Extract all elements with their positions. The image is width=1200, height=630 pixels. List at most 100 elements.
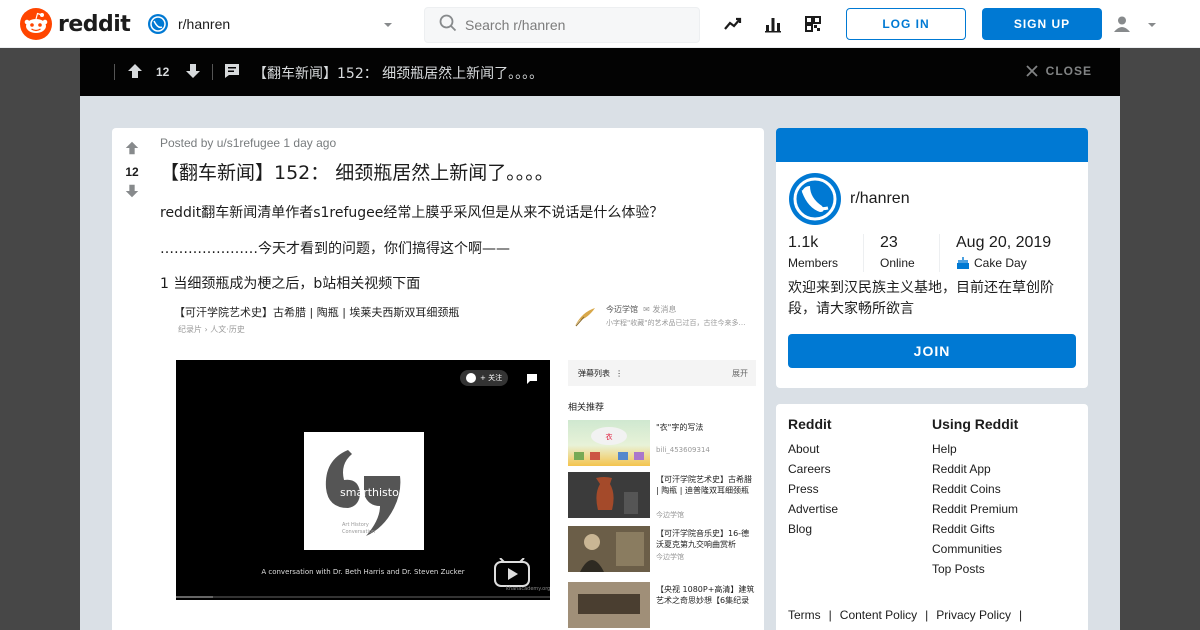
cake-day-label: Cake Day [974, 256, 1027, 270]
danmu-label: 弹幕列表 ⋮ [578, 369, 624, 378]
embed-video-title: 【可汗学院艺术史】古希腊 | 陶瓶 | 埃莱夫西斯双耳细颈瓶 [174, 306, 460, 319]
popular-trending-icon[interactable] [723, 14, 743, 34]
related-video-title: 【可汗学院音乐史】16-德沃夏克第九交响曲赏析 [656, 529, 750, 549]
footer-column-reddit: Reddit About Careers Press Advertise Blo… [788, 416, 838, 542]
upvote-arrow-icon[interactable] [126, 62, 144, 85]
footer-column-title: Reddit [788, 416, 832, 432]
chevron-down-icon [382, 18, 394, 36]
post-score: 12 [125, 165, 139, 179]
downvote-arrow-icon[interactable] [124, 183, 140, 204]
online-value: 23 [880, 234, 898, 251]
related-video-item[interactable]: 【可汗学院艺术史】古希腊 | 陶瓶 | 迪普隆双耳细颈瓶 今边学馆 [568, 472, 756, 519]
danmu-list-header[interactable]: 弹幕列表 ⋮ 展开 [568, 360, 756, 386]
related-video-author: bili_453609314 [656, 446, 710, 454]
close-label: CLOSE [1045, 64, 1092, 78]
footer-column-title: Using Reddit [932, 416, 1019, 432]
related-video-title: 【央视 1080P+高清】建筑艺术之奇思妙想【6集纪录 [656, 585, 755, 605]
about-community-card: r/hanren 1.1k Members 23 Online Aug 20, … [776, 128, 1088, 388]
video-progress-bar[interactable] [176, 596, 550, 598]
community-description: 欢迎来到汉民族主义基地，目前还在草创阶段，请大家畅所欲言 [788, 280, 1054, 317]
terms-link[interactable]: Terms [788, 608, 821, 622]
svg-text:衣: 衣 [606, 432, 613, 441]
footer-link[interactable]: Reddit Coins [932, 482, 1018, 502]
footer-link[interactable]: Communities [932, 542, 1018, 562]
community-avatar-icon[interactable] [788, 172, 842, 226]
user-menu-dropdown[interactable] [1112, 12, 1162, 36]
content-policy-link[interactable]: Content Policy [840, 608, 917, 622]
cake-icon [956, 257, 970, 269]
footer-link[interactable]: Press [788, 482, 838, 502]
watermark: khanacademy.org [506, 586, 551, 592]
related-video-item[interactable]: 衣 "衣"字的写法 bili_453609314 [568, 420, 756, 466]
search-input[interactable] [465, 17, 685, 33]
uploader-mini-icon [466, 373, 476, 383]
join-button[interactable]: JOIN [788, 334, 1076, 368]
video-thumbnail [568, 582, 650, 628]
chevron-down-icon [1146, 18, 1158, 36]
footer-link[interactable]: Top Posts [932, 562, 1018, 582]
related-video-author: 今边学馆 [656, 553, 684, 561]
related-video-item[interactable]: 【可汗学院音乐史】16-德沃夏克第九交响曲赏析 今边学馆 [568, 526, 756, 572]
post-paragraph: …………………今天才看到的问题，你们搞得这个啊—— [160, 241, 510, 257]
post-card: 12 Posted by u/s1refugee 1 day ago 【翻车新闻… [112, 128, 764, 630]
close-button[interactable]: CLOSE [1026, 64, 1092, 78]
members-label: Members [788, 256, 839, 270]
upvote-arrow-icon[interactable] [124, 140, 140, 161]
topbar-post-title: 【翻车新闻】152： 细颈瓶居然上新闻了。。。。 [253, 66, 544, 82]
reddit-logo[interactable]: reddit [20, 8, 131, 40]
vote-count: 12 [156, 65, 170, 79]
post-vote-column: 12 [120, 140, 144, 204]
related-video-item[interactable]: 【央视 1080P+高清】建筑艺术之奇思妙想【6集纪录 [568, 582, 756, 628]
follow-button[interactable]: + 关注 [460, 370, 509, 386]
search-icon [439, 14, 457, 37]
video-thumbnail: 衣 [568, 420, 650, 466]
footer-link[interactable]: About [788, 442, 838, 462]
community-dropdown[interactable]: r/hanren [140, 6, 408, 42]
comment-bubble-icon [223, 62, 241, 85]
footer-link[interactable]: Reddit App [932, 462, 1018, 482]
footer-link[interactable]: Help [932, 442, 1018, 462]
related-video-author: 今边学馆 [656, 511, 684, 519]
login-button[interactable]: LOG IN [846, 8, 966, 40]
cake-day-stat: Aug 20, 2019 Cake Day [956, 234, 1051, 270]
members-value: 1.1k [788, 234, 819, 251]
signup-button[interactable]: SIGN UP [982, 8, 1102, 40]
online-stat: 23 Online [880, 234, 915, 270]
embed-video-category: 纪录片 › 人文·历史 [178, 325, 245, 334]
footer-link[interactable]: Reddit Gifts [932, 522, 1018, 542]
footer-link[interactable]: Advertise [788, 502, 838, 522]
uploader-desc: 小字程"收藏"的艺术品已过百，古往今来多… [606, 319, 746, 327]
video-player[interactable]: + 关注 smarthistory Art History Conversati… [176, 360, 550, 600]
search-bar[interactable] [424, 7, 700, 43]
members-stat: 1.1k Members [788, 234, 838, 270]
modal-topbar: 12 【翻车新闻】152： 细颈瓶居然上新闻了。。。。 CLOSE [80, 48, 1120, 96]
post-image[interactable]: 【可汗学院艺术史】古希腊 | 陶瓶 | 埃莱夫西斯双耳细颈瓶 纪录片 › 人文·… [164, 300, 758, 628]
footer-link[interactable]: Careers [788, 462, 838, 482]
all-stats-icon[interactable] [763, 14, 783, 34]
danmu-toggle[interactable]: 展开 [732, 368, 748, 379]
divider [212, 64, 213, 80]
footer-legal-links: Terms | Content Policy | Privacy Policy | [788, 608, 1023, 622]
community-title[interactable]: r/hanren [850, 190, 910, 208]
footer-link[interactable]: Blog [788, 522, 838, 542]
footer-column-using-reddit: Using Reddit Help Reddit App Reddit Coin… [932, 416, 1018, 582]
footer-link[interactable]: Reddit Premium [932, 502, 1018, 522]
subreddit-icon [148, 14, 168, 34]
post-modal: 12 【翻车新闻】152： 细颈瓶居然上新闻了。。。。 CLOSE 12 Pos… [80, 48, 1120, 630]
divider [114, 64, 115, 80]
logo-subtitle: Art History [342, 522, 369, 528]
privacy-policy-link[interactable]: Privacy Policy [936, 608, 1011, 622]
footer-links-card: Reddit About Careers Press Advertise Blo… [776, 404, 1088, 630]
comment-icon[interactable] [526, 372, 538, 390]
downvote-arrow-icon[interactable] [184, 62, 202, 85]
communities-icon[interactable] [803, 14, 823, 34]
post-paragraph: 1 当细颈瓶成为梗之后，b站相关视频下面 [160, 276, 421, 292]
logo-subtitle: Conversation [342, 529, 376, 535]
close-icon [1026, 65, 1038, 77]
uploader-avatar-icon [572, 304, 598, 335]
embed-uploader: 今迈学馆 ✉ 发消息 小字程"收藏"的艺术品已过百，古往今来多… [568, 300, 758, 340]
cake-day-row: Cake Day [956, 256, 1051, 270]
video-thumbnail [568, 526, 650, 572]
uploader-name: 今迈学馆 ✉ 发消息 [606, 305, 677, 314]
cake-day-value: Aug 20, 2019 [956, 234, 1052, 251]
